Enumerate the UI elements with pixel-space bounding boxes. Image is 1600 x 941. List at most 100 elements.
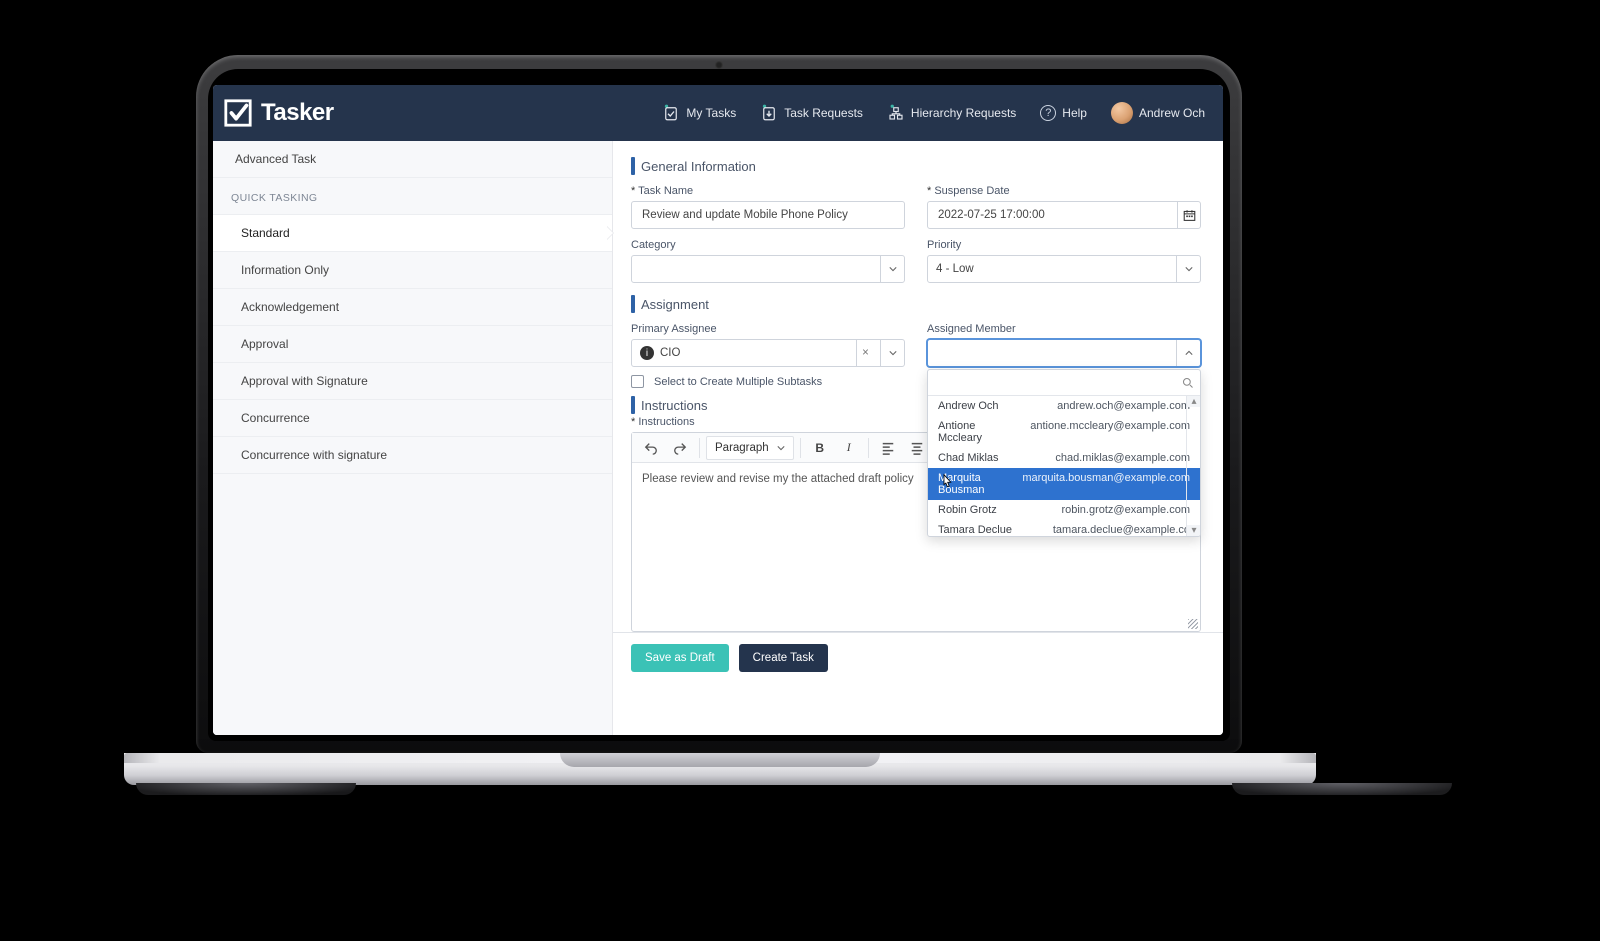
toolbar-separator xyxy=(699,438,700,458)
scroll-down-icon[interactable]: ▾ xyxy=(1187,525,1201,536)
dropdown-option-name: Andrew Och xyxy=(938,400,999,412)
user-name: Andrew Och xyxy=(1139,106,1205,120)
sidebar-item-acknowledgement[interactable]: Acknowledgement xyxy=(213,289,612,326)
create-task-button[interactable]: Create Task xyxy=(739,644,828,672)
dropdown-option-name: Antione Mccleary xyxy=(938,420,1018,444)
nav-hierarchy-requests[interactable]: Hierarchy Requests xyxy=(887,104,1016,122)
label-primary-assignee: Primary Assignee xyxy=(631,323,905,335)
sidebar-item-approval[interactable]: Approval xyxy=(213,326,612,363)
sidebar-heading: QUICK TASKING xyxy=(213,178,612,215)
search-icon xyxy=(1182,377,1194,389)
section-title-general: General Information xyxy=(631,157,1201,175)
label-assigned-member: Assigned Member xyxy=(927,323,1201,335)
label-category: Category xyxy=(631,239,905,251)
avatar xyxy=(1111,102,1133,124)
primary-assignee-value: CIO xyxy=(660,347,850,359)
calendar-icon[interactable] xyxy=(1177,202,1200,228)
sidebar-item-standard[interactable]: Standard xyxy=(213,215,612,252)
dropdown-list: Andrew Och andrew.och@example.com Antione … xyxy=(928,396,1200,536)
chevron-up-icon xyxy=(1176,340,1200,366)
nav-my-tasks[interactable]: My Tasks xyxy=(662,104,736,122)
hierarchy-icon xyxy=(887,104,905,122)
dropdown-option[interactable]: Andrew Och andrew.och@example.com xyxy=(928,396,1200,416)
dropdown-search[interactable] xyxy=(928,370,1200,396)
help-icon: ? xyxy=(1040,105,1056,121)
label-task-name: Task Name xyxy=(631,185,905,197)
form-footer: Save as Draft Create Task xyxy=(613,632,1223,682)
chevron-down-icon xyxy=(880,256,904,282)
bold-button[interactable]: B xyxy=(807,436,833,460)
sidebar-item-concurrence[interactable]: Concurrence xyxy=(213,400,612,437)
dropdown-option[interactable]: Chad Miklas chad.miklas@example.com xyxy=(928,448,1200,468)
webcam-dot xyxy=(715,61,723,69)
main-content: General Information Task Name Suspense D… xyxy=(613,141,1223,735)
clear-icon[interactable]: × xyxy=(856,340,874,366)
tasker-logo-icon xyxy=(223,98,253,128)
dropdown-option-name: Robin Grotz xyxy=(938,504,997,516)
clipboard-check-icon xyxy=(662,104,680,122)
sidebar-item-approval-with-signature[interactable]: Approval with Signature xyxy=(213,363,612,400)
dropdown-option-email: robin.grotz@example.com xyxy=(1061,504,1190,516)
dropdown-option-email: tamara.declue@example.co xyxy=(1053,524,1190,536)
sidebar-item-advanced-task[interactable]: Advanced Task xyxy=(213,141,612,178)
dropdown-option[interactable]: Tamara Declue tamara.declue@example.co xyxy=(928,520,1200,536)
dropdown-option[interactable]: Antione Mccleary antione.mccleary@example… xyxy=(928,416,1200,448)
align-center-button[interactable] xyxy=(904,436,930,460)
app-name: Tasker xyxy=(261,99,334,127)
app-logo: Tasker xyxy=(223,98,334,128)
undo-button[interactable] xyxy=(638,436,664,460)
section-title-assignment: Assignment xyxy=(631,295,1201,313)
sidebar-item-information-only[interactable]: Information Only xyxy=(213,252,612,289)
nav-help[interactable]: ? Help xyxy=(1040,105,1087,121)
category-select[interactable] xyxy=(631,255,905,283)
primary-assignee-select[interactable]: i CIO × xyxy=(631,339,905,367)
save-as-draft-button[interactable]: Save as Draft xyxy=(631,644,729,672)
suspense-date-field[interactable] xyxy=(936,208,1177,222)
task-name-input[interactable] xyxy=(631,201,905,229)
sidebar-item-concurrence-with-signature[interactable]: Concurrence with signature xyxy=(213,437,612,474)
dropdown-option-name: Marquita Bousman xyxy=(938,472,1010,496)
redo-button[interactable] xyxy=(667,436,693,460)
dropdown-option-email: marquita.bousman@example.com xyxy=(1022,472,1190,496)
dropdown-option-name: Tamara Declue xyxy=(938,524,1012,536)
dropdown-option-name: Chad Miklas xyxy=(938,452,999,464)
instructions-text: Please review and revise my the attached… xyxy=(642,473,914,485)
resize-grip-icon[interactable] xyxy=(1188,619,1198,629)
paragraph-style-select[interactable]: Paragraph xyxy=(706,436,794,460)
nav-label: Task Requests xyxy=(784,106,863,120)
info-icon: i xyxy=(640,346,654,360)
nav-user[interactable]: Andrew Och xyxy=(1111,102,1205,124)
nav-label: Help xyxy=(1062,106,1087,120)
label-suspense-date: Suspense Date xyxy=(927,185,1201,197)
italic-button[interactable]: I xyxy=(836,436,862,460)
assigned-member-select[interactable] xyxy=(927,339,1201,367)
priority-value: 4 - Low xyxy=(936,263,974,275)
assigned-member-dropdown: Andrew Och andrew.och@example.com Antione … xyxy=(927,369,1201,537)
nav-label: Hierarchy Requests xyxy=(911,106,1016,120)
toolbar-separator xyxy=(800,438,801,458)
suspense-date-input[interactable] xyxy=(927,201,1201,229)
dropdown-search-input[interactable] xyxy=(934,376,1178,390)
dropdown-option[interactable]: Marquita Bousman marquita.bousman@example… xyxy=(928,468,1200,500)
paragraph-style-label: Paragraph xyxy=(715,442,769,454)
priority-select[interactable]: 4 - Low xyxy=(927,255,1201,283)
task-name-field[interactable] xyxy=(640,208,896,222)
toolbar-separator xyxy=(868,438,869,458)
chevron-down-icon xyxy=(880,340,904,366)
app-top-bar: Tasker My Tasks xyxy=(213,85,1223,141)
sidebar: Advanced Task QUICK TASKING StandardInfo… xyxy=(213,141,613,735)
multiple-subtasks-label: Select to Create Multiple Subtasks xyxy=(654,376,822,388)
multiple-subtasks-checkbox[interactable] xyxy=(631,375,644,388)
dropdown-option-email: antione.mccleary@example.com xyxy=(1030,420,1190,444)
chevron-down-icon xyxy=(777,444,785,452)
dropdown-option-email: chad.miklas@example.com xyxy=(1055,452,1190,464)
scroll-up-icon[interactable]: ▴ xyxy=(1187,396,1201,407)
clipboard-arrow-icon xyxy=(760,104,778,122)
nav-label: My Tasks xyxy=(686,106,736,120)
label-priority: Priority xyxy=(927,239,1201,251)
dropdown-option[interactable]: Robin Grotz robin.grotz@example.com xyxy=(928,500,1200,520)
chevron-down-icon xyxy=(1176,256,1200,282)
align-left-button[interactable] xyxy=(875,436,901,460)
dropdown-option-email: andrew.och@example.com xyxy=(1057,400,1190,412)
nav-task-requests[interactable]: Task Requests xyxy=(760,104,863,122)
